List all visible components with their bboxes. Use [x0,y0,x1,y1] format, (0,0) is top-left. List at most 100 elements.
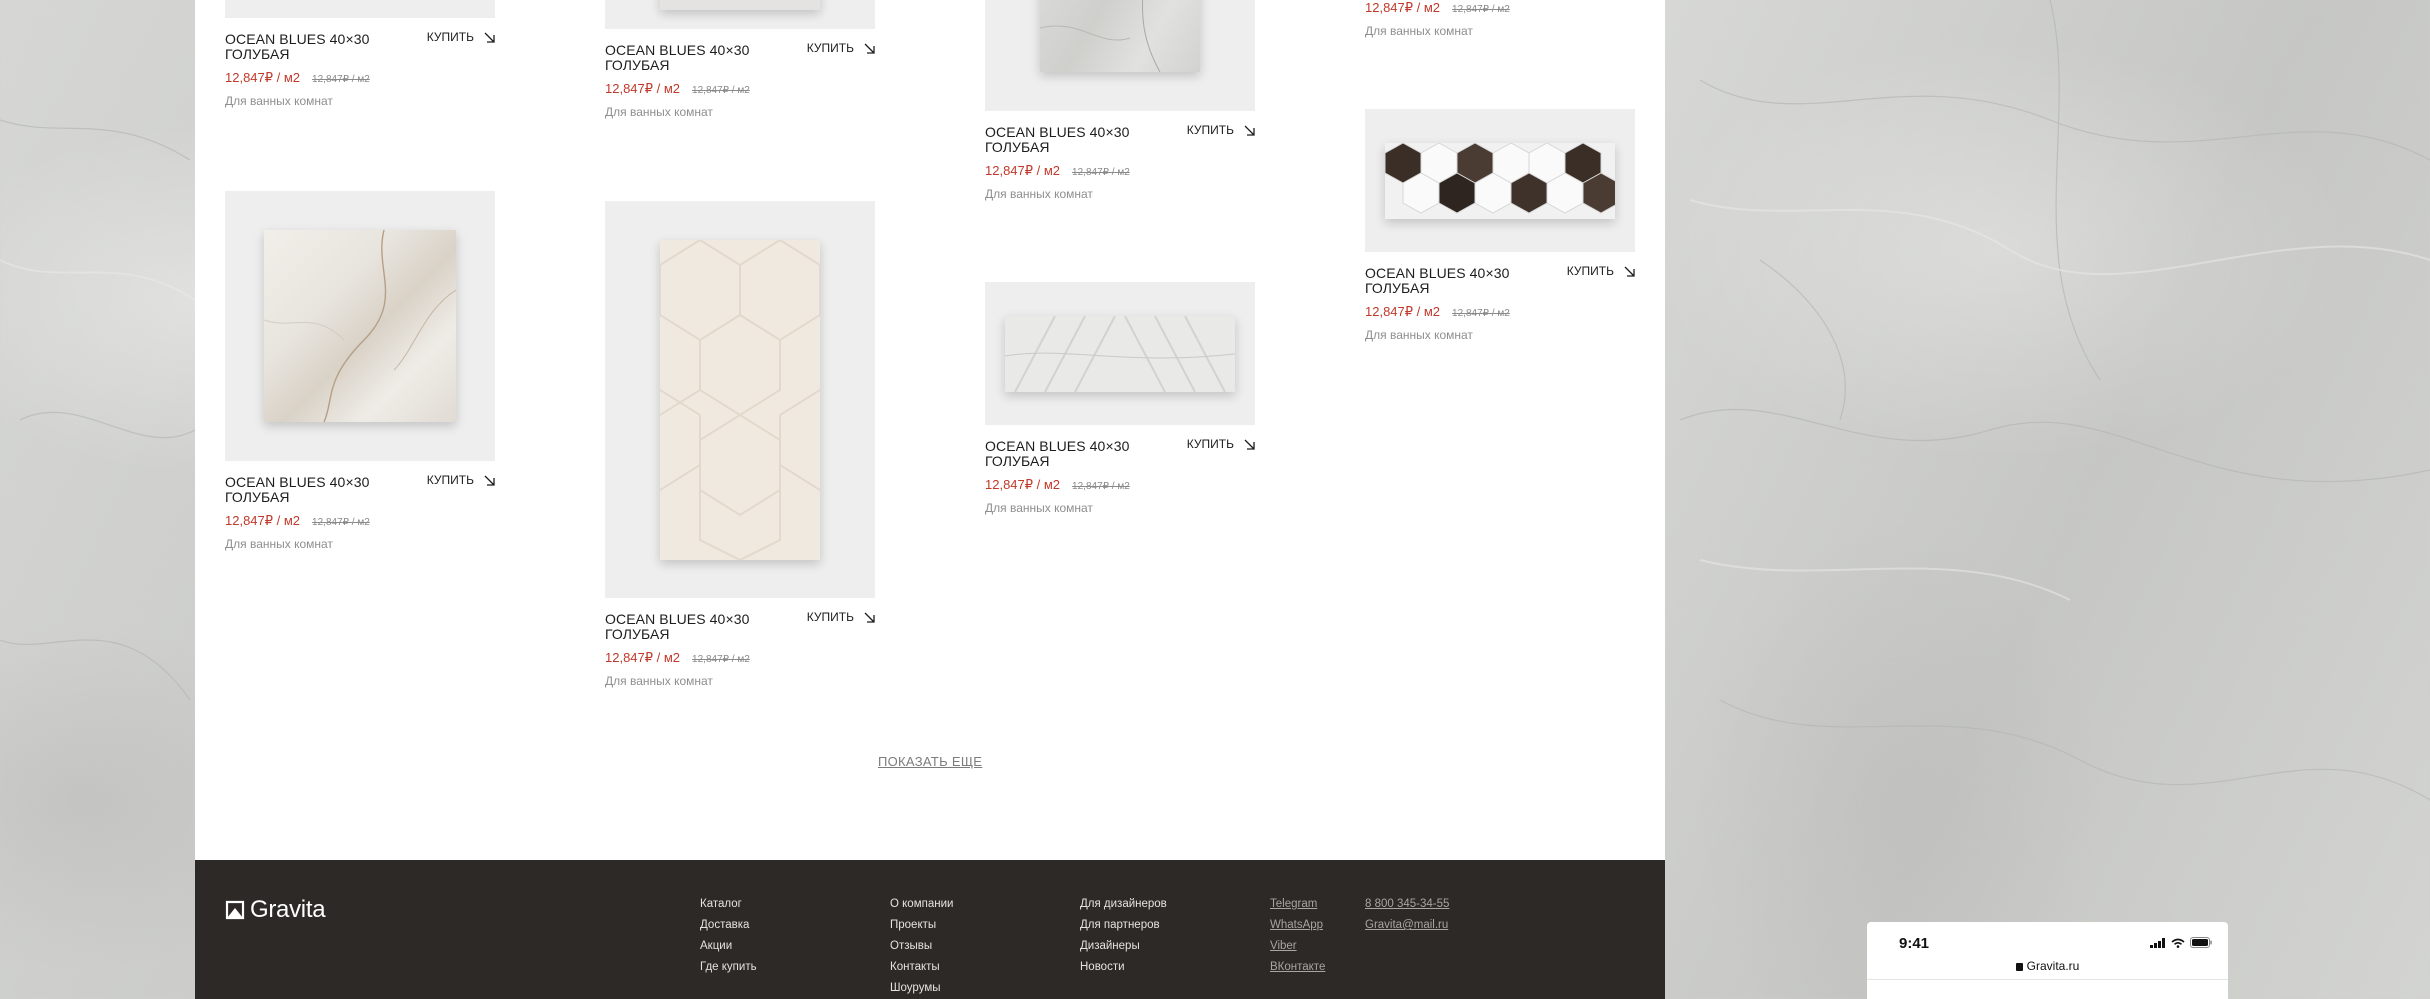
buy-label: КУПИТЬ [1186,123,1234,137]
product-title: OCEAN BLUES 40×30 ГОЛУБАЯ [225,31,370,62]
footer-link[interactable]: Акции [700,940,757,952]
product-title: OCEAN BLUES 40×30 ГОЛУБАЯ [985,124,1130,155]
buy-label: КУПИТЬ [806,610,854,624]
footer-social-link[interactable]: ВКонтакте [1270,961,1325,973]
old-price: 12,847₽ / м2 [1452,4,1510,15]
footer-social-link[interactable]: Telegram [1270,898,1325,910]
footer-link[interactable]: Каталог [700,898,757,910]
buy-label: КУПИТЬ [426,30,474,44]
product-card[interactable]: OCEAN BLUES 40×30 ГОЛУБАЯ КУПИТЬ 12,847₽… [985,0,1255,235]
hexagon-mosaic [1385,143,1615,214]
site-footer: Gravita Каталог Доставка Акции Где купит… [195,860,1665,999]
price: 12,847₽ / м2 [1365,304,1441,319]
hexagon-mosaic-tile-image [1385,143,1615,219]
catalog-sheet: OCEAN BLUES 40×30 ГОЛУБАЯ КУПИТЬ 12,847₽… [195,0,1665,999]
footer-link[interactable]: Проекты [890,919,953,931]
usage-note: Для ванных комнат [1365,328,1473,342]
footer-social-link[interactable]: WhatsApp [1270,919,1325,931]
product-image[interactable] [605,0,875,29]
usage-note: Для ванных комнат [605,674,713,688]
address-text: Gravita.ru [2026,959,2080,973]
arrow-down-right-icon [1624,266,1635,277]
gravita-logo-icon [225,900,245,920]
footer-link[interactable]: Контакты [890,961,953,973]
footer-link[interactable]: О компании [890,898,953,910]
footer-link[interactable]: Отзывы [890,940,953,952]
marble-veins [1040,0,1161,72]
price: 12,847₽ / м2 [225,70,301,85]
buy-button[interactable]: КУПИТЬ [807,41,875,55]
marble-tile-image [264,230,456,422]
buy-button[interactable]: КУПИТЬ [1567,264,1635,278]
price: 12,847₽ / м2 [1365,0,1441,15]
product-image[interactable] [225,191,495,461]
price: 12,847₽ / м2 [605,650,681,665]
product-card[interactable]: OCEAN BLUES 40×30 ГОЛУБАЯ КУПИТЬ 12,847₽… [605,201,875,722]
footer-nav-company: О компании Проекты Отзывы Контакты Шоуру… [890,898,953,994]
hexagon-relief-tile-image [660,240,820,560]
arrow-down-right-icon [1244,439,1255,450]
footer-phone-link[interactable]: 8 800 345-34-55 [1365,898,1449,910]
product-card[interactable]: OCEAN BLUES 40×30 ГОЛУБАЯ КУПИТЬ 12,847₽… [605,0,875,153]
product-card[interactable]: 12,847₽ / м2 12,847₽ / м2 Для ванных ком… [1365,0,1635,72]
grey-marble-tile-image [1040,0,1200,72]
buy-button[interactable]: КУПИТЬ [807,610,875,624]
marble-veins [264,230,456,422]
price: 12,847₽ / м2 [985,477,1061,492]
product-image[interactable] [605,201,875,598]
footer-link[interactable]: Шоурумы [890,982,953,994]
tile-image [660,0,820,10]
buy-label: КУПИТЬ [1186,437,1234,451]
footer-link[interactable]: Для партнеров [1080,919,1167,931]
wifi-icon [2171,938,2185,948]
status-icons [2150,937,2212,948]
arrow-down-right-icon [484,32,495,43]
price: 12,847₽ / м2 [985,163,1061,178]
footer-link[interactable]: Дизайнеры [1080,940,1167,952]
buy-button[interactable]: КУПИТЬ [1187,123,1255,137]
battery-icon [2190,937,2212,948]
usage-note: Для ванных комнат [225,537,333,551]
product-card[interactable]: OCEAN BLUES 40×30 ГОЛУБАЯ КУПИТЬ 12,847₽… [225,191,495,585]
footer-link[interactable]: Новости [1080,961,1167,973]
product-image[interactable] [985,0,1255,111]
product-image[interactable] [225,0,495,18]
price: 12,847₽ / м2 [225,513,301,528]
old-price: 12,847₽ / м2 [692,654,750,665]
product-card[interactable]: OCEAN BLUES 40×30 ГОЛУБАЯ КУПИТЬ 12,847₽… [1365,109,1635,376]
product-card[interactable]: OCEAN BLUES 40×30 ГОЛУБАЯ КУПИТЬ 12,847₽… [985,282,1255,549]
buy-button[interactable]: КУПИТЬ [427,473,495,487]
mobile-preview: 9:41 Gravita.ru [1867,922,2228,999]
show-more-link[interactable]: ПОКАЗАТЬ ЕЩЕ [878,754,982,769]
product-card[interactable]: OCEAN BLUES 40×30 ГОЛУБАЯ КУПИТЬ 12,847₽… [225,0,495,142]
logo-text: Gravita [250,896,326,923]
address-divider [1867,979,2228,980]
old-price: 12,847₽ / м2 [692,85,750,96]
usage-note: Для ванных комнат [985,501,1093,515]
footer-link[interactable]: Доставка [700,919,757,931]
old-price: 12,847₽ / м2 [1072,167,1130,178]
price: 12,847₽ / м2 [605,81,681,96]
footer-link[interactable]: Для дизайнеров [1080,898,1167,910]
footer-logo[interactable]: Gravita [225,896,326,924]
address-bar[interactable]: Gravita.ru [1867,959,2228,973]
footer-social: Telegram WhatsApp Viber ВКонтакте [1270,898,1325,973]
product-image[interactable] [1365,109,1635,252]
lock-icon [2015,963,2023,971]
footer-email-link[interactable]: Gravita@mail.ru [1365,919,1449,931]
product-image[interactable] [985,282,1255,425]
usage-note: Для ванных комнат [1365,24,1473,38]
footer-social-link[interactable]: Viber [1270,940,1325,952]
old-price: 12,847₽ / м2 [312,74,370,85]
buy-button[interactable]: КУПИТЬ [427,30,495,44]
buy-button[interactable]: КУПИТЬ [1187,437,1255,451]
signal-icon [2150,937,2165,948]
product-title: OCEAN BLUES 40×30 ГОЛУБАЯ [225,474,370,505]
arrow-down-right-icon [1244,125,1255,136]
buy-label: КУПИТЬ [426,473,474,487]
arrow-down-right-icon [484,475,495,486]
footer-link[interactable]: Где купить [700,961,757,973]
product-title: OCEAN BLUES 40×30 ГОЛУБАЯ [605,611,750,642]
usage-note: Для ванных комнат [225,94,333,108]
footer-nav-catalog: Каталог Доставка Акции Где купить [700,898,757,973]
